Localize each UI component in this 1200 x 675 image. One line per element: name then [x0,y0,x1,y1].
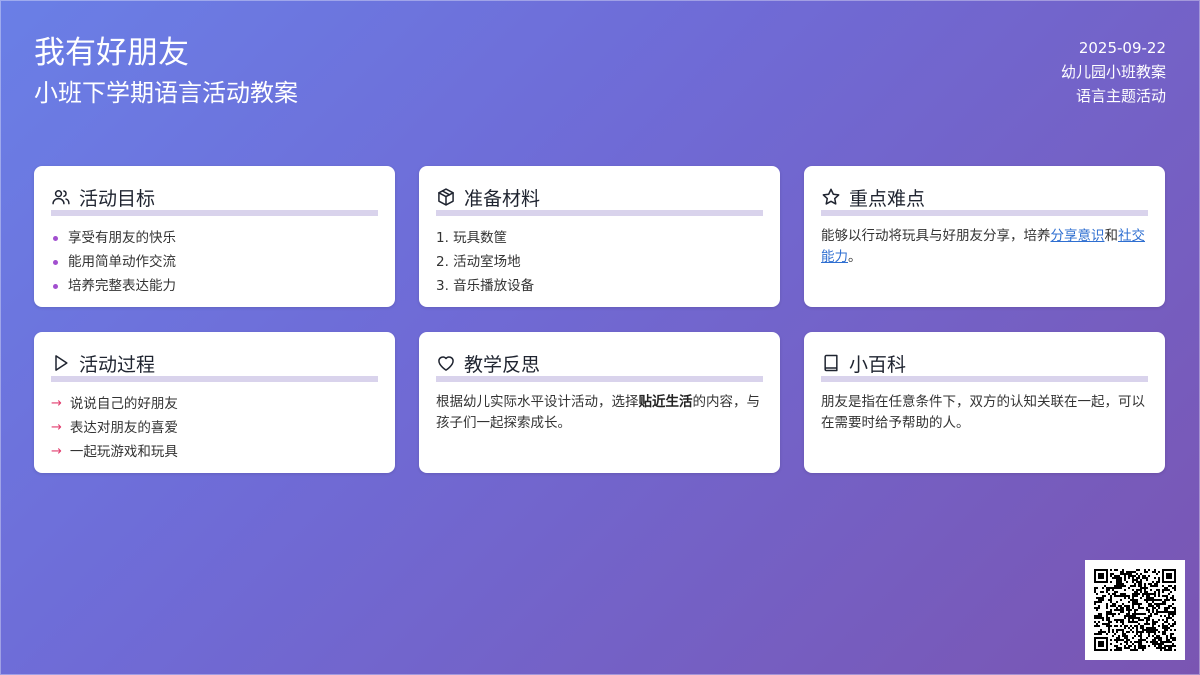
meta-line-1: 幼儿园小班教案 [1060,63,1166,81]
list-item: → 说说自己的好朋友 [51,392,378,416]
bullet-dot-icon [53,235,58,241]
arrow-right-icon: → [51,420,62,435]
highlight-text: 贴近生活 [638,394,693,410]
list-item: → 表达对朋友的喜爱 [51,416,378,440]
users-icon [52,190,70,205]
list-item: 1. 玩具数筐 [436,230,508,246]
bullet-dot-icon [53,259,58,265]
list-item: 2. 活动室场地 [436,254,521,270]
arrow-right-icon: → [51,444,62,459]
list-item: → 一起玩游戏和玩具 [51,440,378,464]
card-title-materials: 准备材料 [464,187,541,210]
arrow-right-icon: → [51,396,62,411]
card-encyclopedia: 小百科 朋友是指在任意条件下，双方的认知关联在一起，可以在需要时给予帮助的人。 [804,332,1165,473]
card-divider [51,376,378,382]
materials-list: 1. 玩具数筐 2. 活动室场地 3. 音乐播放设备 [436,226,763,298]
card-goals: 活动目标 享受有朋友的快乐 能用简单动作交流 培养完整表达能力 [34,166,395,307]
card-reflection: 教学反思 根据幼儿实际水平设计活动，选择贴近生活的内容，与孩子们一起探索成长。 [419,332,780,473]
card-title-reflection: 教学反思 [464,353,541,376]
qr-code-icon [1094,569,1176,651]
list-item: 能用简单动作交流 [51,250,378,274]
card-divider [436,376,763,382]
card-divider [436,210,763,216]
list-item: 享受有朋友的快乐 [51,226,378,250]
card-divider [821,376,1148,382]
goals-list: 享受有朋友的快乐 能用简单动作交流 培养完整表达能力 [51,226,378,298]
card-title-encyclopedia: 小百科 [849,353,907,376]
card-materials: 准备材料 1. 玩具数筐 2. 活动室场地 3. 音乐播放设备 [419,166,780,307]
qr-code [1085,560,1185,660]
box-icon [438,188,454,206]
book-icon [824,354,838,372]
reflection-text: 根据幼儿实际水平设计活动，选择贴近生活的内容，与孩子们一起探索成长。 [436,394,760,431]
header-meta: 2025-09-22 幼儿园小班教案 语言主题活动 [1061,36,1166,108]
heart-icon [438,356,454,371]
list-item: 3. 音乐播放设备 [436,278,535,294]
meta-line-2: 语言主题活动 [1075,87,1166,105]
card-keypoints: 重点难点 能够以行动将玩具与好朋友分享，培养分享意识和社交能力。 [804,166,1165,307]
card-title-keypoints: 重点难点 [849,187,926,210]
page-subtitle: 小班下学期语言活动教案 [34,79,298,107]
bullet-dot-icon [53,283,58,289]
star-icon [822,188,840,205]
process-list: → 说说自己的好朋友 → 表达对朋友的喜爱 → 一起玩游戏和玩具 [51,392,378,464]
date-text: 2025-09-22 [1078,39,1166,57]
card-grid: 活动目标 享受有朋友的快乐 能用简单动作交流 培养完整表达能力 准备材料 1. … [34,166,1166,473]
card-process: 活动过程 → 说说自己的好朋友 → 表达对朋友的喜爱 → 一起玩游戏和玩具 [34,332,395,473]
card-title-goals: 活动目标 [79,187,156,210]
list-item: 培养完整表达能力 [51,274,378,298]
header-left: 我有好朋友 小班下学期语言活动教案 [34,34,298,108]
link-sharing-awareness[interactable]: 分享意识 [1051,228,1105,244]
card-divider [51,210,378,216]
encyclopedia-text: 朋友是指在任意条件下，双方的认知关联在一起，可以在需要时给予帮助的人。 [821,394,1145,431]
card-title-process: 活动过程 [79,353,156,376]
keypoints-text: 能够以行动将玩具与好朋友分享，培养分享意识和社交能力。 [821,228,1145,265]
page-title: 我有好朋友 [34,35,189,71]
play-icon [55,355,68,371]
card-divider [821,210,1148,216]
